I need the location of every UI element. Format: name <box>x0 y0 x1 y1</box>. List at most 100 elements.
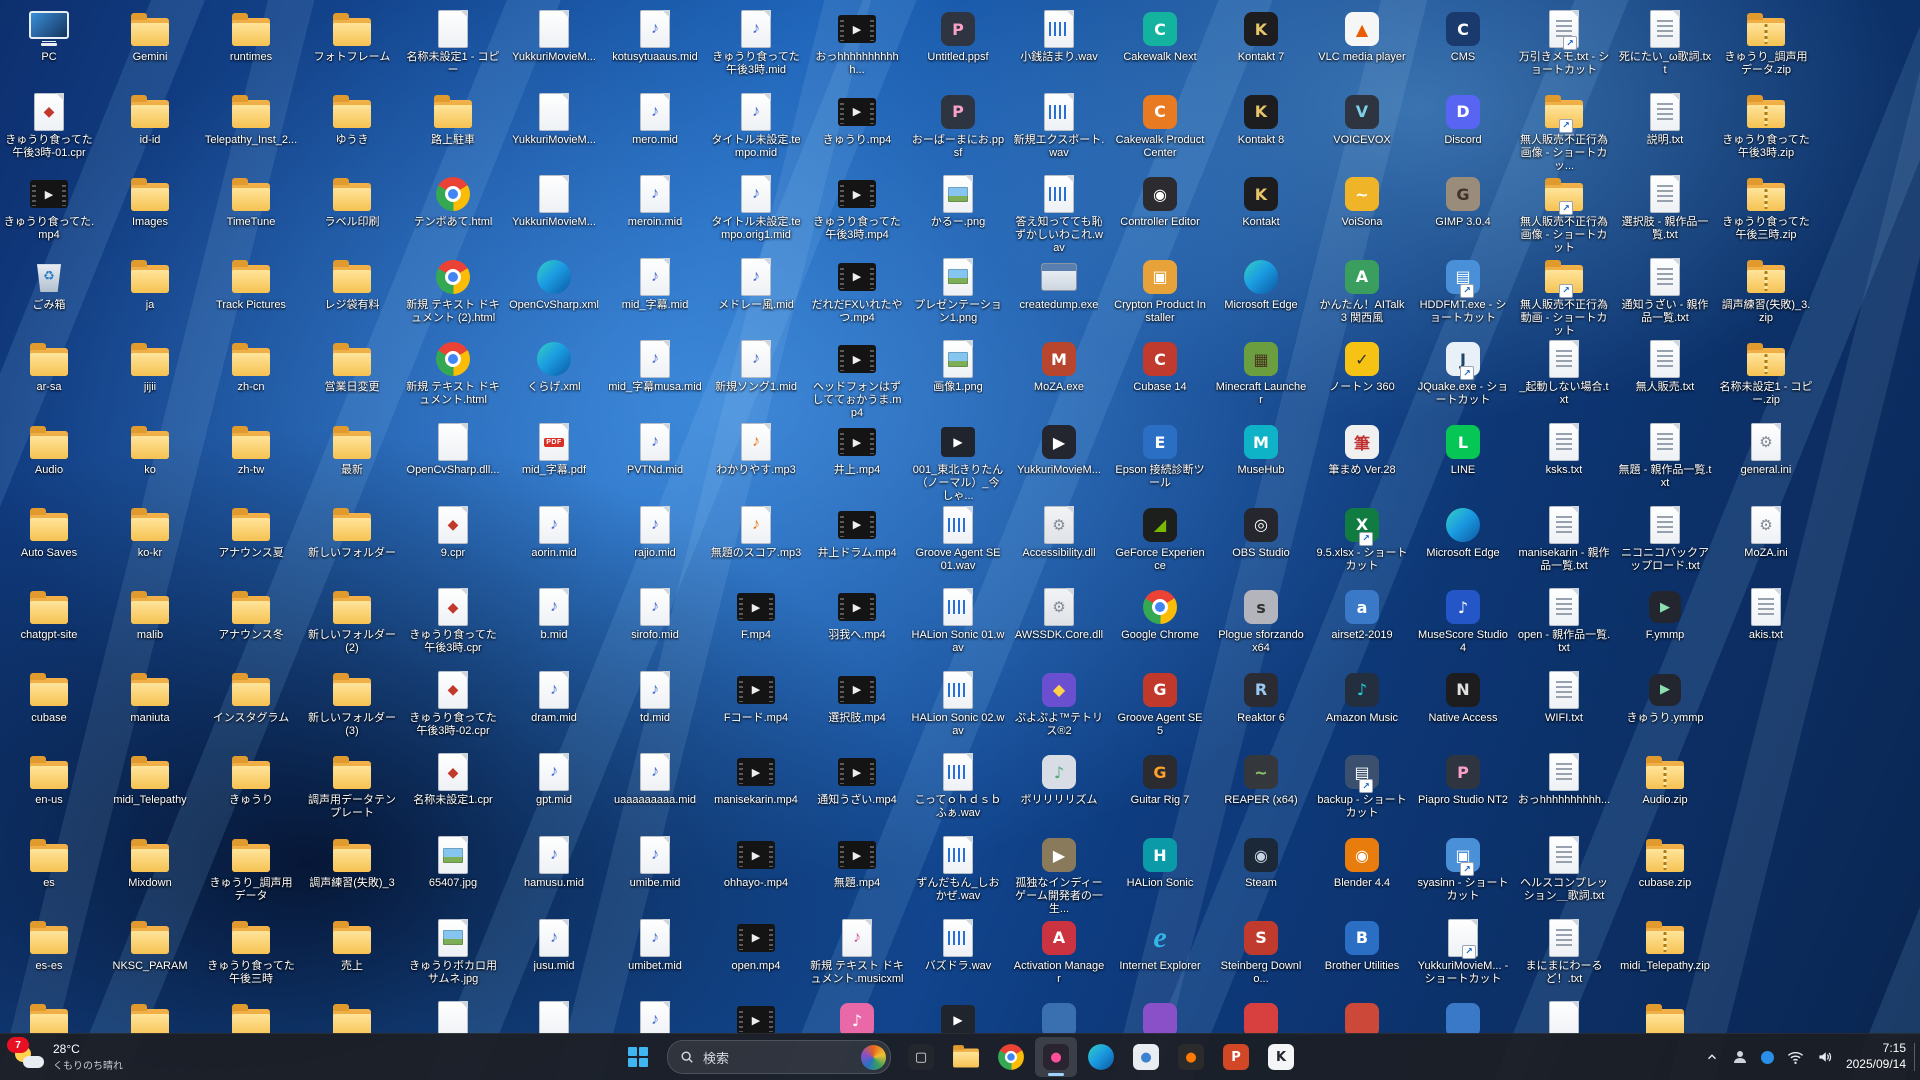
desktop-icon[interactable]: ♪ <box>607 999 703 1034</box>
desktop-icon[interactable]: PC <box>1 8 97 88</box>
desktop-icon[interactable]: ▣Crypton Product Installer <box>1112 256 1208 336</box>
desktop-icon[interactable]: runtimes <box>203 8 299 88</box>
desktop-icon[interactable]: フォトフレーム <box>304 8 400 88</box>
desktop-icon[interactable]: ▶manisekarin.mp4 <box>708 751 804 831</box>
desktop-icon[interactable]: BBrother Utilities <box>1314 917 1410 997</box>
show-desktop-button[interactable] <box>1914 1043 1920 1071</box>
desktop-icon[interactable]: きゅうり <box>203 751 299 831</box>
desktop-icon[interactable] <box>1314 999 1410 1034</box>
desktop-icon[interactable]: ▲VLC media player <box>1314 8 1410 88</box>
desktop-icon[interactable]: 新規 テキスト ドキュメント (2).html <box>405 256 501 336</box>
desktop-icon[interactable]: 筆筆まめ Ver.28 <box>1314 421 1410 501</box>
desktop-icon[interactable]: ar-sa <box>1 338 97 418</box>
desktop-icon[interactable]: ♪umibet.mid <box>607 917 703 997</box>
desktop-icon[interactable]: ♪無題のスコア.mp3 <box>708 504 804 584</box>
desktop-icon[interactable] <box>1011 999 1107 1034</box>
taskbar-app-microsoft-edge[interactable] <box>1080 1037 1122 1077</box>
desktop-icon[interactable]: ◉Blender 4.4 <box>1314 834 1410 914</box>
desktop-icon[interactable]: 営業日変更 <box>304 338 400 418</box>
desktop-icon[interactable]: ♪新規ソング1.mid <box>708 338 804 418</box>
desktop-icon[interactable]: Aかんたん！AITalk 3 関西風 <box>1314 256 1410 336</box>
desktop-icon[interactable] <box>1415 999 1511 1034</box>
desktop-icon[interactable]: ♪meroin.mid <box>607 173 703 253</box>
desktop-icon[interactable]: こってｏｈｄｓｂふぁ.wav <box>910 751 1006 831</box>
desktop-icon[interactable]: 小銭詰まり.wav <box>1011 8 1107 88</box>
desktop-icon[interactable]: maniuta <box>102 669 198 749</box>
desktop-icon[interactable]: ▶Fコード.mp4 <box>708 669 804 749</box>
desktop-icon[interactable]: malib <box>102 586 198 666</box>
desktop-icon[interactable]: MMuseHub <box>1213 421 1309 501</box>
desktop-icon[interactable]: jijii <box>102 338 198 418</box>
desktop-icon[interactable]: DDiscord <box>1415 91 1511 171</box>
desktop-icon[interactable]: KKontakt 7 <box>1213 8 1309 88</box>
desktop-icon[interactable]: きゅうり_調声用データ.zip <box>1718 8 1814 88</box>
desktop-icon[interactable]: eInternet Explorer <box>1112 917 1208 997</box>
desktop-icon[interactable]: ♪ <box>809 999 905 1034</box>
desktop-icon[interactable]: 新しいフォルダー (3) <box>304 669 400 749</box>
desktop-icon[interactable]: インスタグラム <box>203 669 299 749</box>
desktop-icon[interactable]: AActivation Manager <box>1011 917 1107 997</box>
desktop-icon[interactable]: Audio <box>1 421 97 501</box>
desktop-icon[interactable]: ◆ぷよぷよ™テトリス®2 <box>1011 669 1107 749</box>
desktop-icon[interactable]: ♪タイトル未設定.tempo.orig1.mid <box>708 173 804 253</box>
desktop-icon[interactable]: 新しいフォルダー (2) <box>304 586 400 666</box>
desktop-icon[interactable]: Track Pictures <box>203 256 299 336</box>
desktop-icon[interactable]: CCMS <box>1415 8 1511 88</box>
desktop-icon[interactable] <box>1516 999 1612 1034</box>
desktop-icon[interactable]: zh-cn <box>203 338 299 418</box>
desktop-icon[interactable]: ↗YukkuriMovieM... - ショートカット <box>1415 917 1511 997</box>
taskbar-app-voice-editor[interactable]: ● <box>1035 1037 1077 1077</box>
desktop-icon[interactable]: zh-tw <box>203 421 299 501</box>
taskbar-app-powerpoint[interactable]: P <box>1215 1037 1257 1077</box>
desktop-icon[interactable]: ⚙AWSSDK.Core.dll <box>1011 586 1107 666</box>
desktop-icon[interactable]: ⚙MoZA.ini <box>1718 504 1814 584</box>
desktop-icon[interactable]: 答え知ってても恥ずかしいわこれ.wav <box>1011 173 1107 253</box>
desktop-icon[interactable]: ♪PVTNd.mid <box>607 421 703 501</box>
desktop-icon[interactable]: ◎OBS Studio <box>1213 504 1309 584</box>
desktop-icon[interactable]: ▶YukkuriMovieM... <box>1011 421 1107 501</box>
desktop-icon[interactable]: ↗無人販売不正行為 動画 - ショートカット <box>1516 256 1612 336</box>
desktop-icon[interactable]: ▤↗HDDFMT.exe - ショートカット <box>1415 256 1511 336</box>
desktop-icon[interactable]: Auto Saves <box>1 504 97 584</box>
desktop-icon[interactable]: chatgpt-site <box>1 586 97 666</box>
desktop-icon[interactable]: CCakewalk Next <box>1112 8 1208 88</box>
desktop-icon[interactable]: 選択肢 - 親作品一覧.txt <box>1617 173 1713 253</box>
desktop-icon[interactable]: Gemini <box>102 8 198 88</box>
desktop-icon[interactable]: Audio.zip <box>1617 751 1713 831</box>
desktop-icon[interactable]: Microsoft Edge <box>1213 256 1309 336</box>
desktop-icon[interactable]: manisekarin - 親作品一覧.txt <box>1516 504 1612 584</box>
desktop-icon[interactable]: ▶きゅうり食ってた.mp4 <box>1 173 97 253</box>
desktop-icon[interactable]: ▶羽我へ.mp4 <box>809 586 905 666</box>
desktop-icon[interactable]: KKontakt 8 <box>1213 91 1309 171</box>
desktop-icon[interactable]: ▶孤独なインディーゲーム開発者の一生... <box>1011 834 1107 914</box>
volume-icon[interactable] <box>1817 1049 1833 1065</box>
desktop-icon[interactable]: id-id <box>102 91 198 171</box>
desktop-icon[interactable]: 売上 <box>304 917 400 997</box>
desktop-icon[interactable]: ⚙Accessibility.dll <box>1011 504 1107 584</box>
desktop-icon[interactable]: Images <box>102 173 198 253</box>
desktop-icon[interactable]: ♪きゅうり食ってた午後3時.mid <box>708 8 804 88</box>
desktop-icon[interactable]: midi_Telepathy.zip <box>1617 917 1713 997</box>
user-icon[interactable] <box>1732 1049 1748 1065</box>
desktop-icon[interactable]: MMoZA.exe <box>1011 338 1107 418</box>
desktop-icon[interactable]: 路上駐車 <box>405 91 501 171</box>
desktop-icon[interactable] <box>304 999 400 1034</box>
desktop-icon[interactable] <box>405 999 501 1034</box>
desktop-icon[interactable]: ◉Controller Editor <box>1112 173 1208 253</box>
search-box[interactable]: 検索 <box>667 1040 891 1074</box>
desktop-icon[interactable]: ▶だれだFXいれたやつ.mp4 <box>809 256 905 336</box>
taskbar-app-browser-orange[interactable]: ● <box>1170 1037 1212 1077</box>
desktop-icon[interactable]: YukkuriMovieM... <box>506 91 602 171</box>
desktop-icon[interactable]: ◆きゅうり食ってた午後3時-01.cpr <box>1 91 97 171</box>
desktop-icon[interactable]: きゅうり食ってた午後三時.zip <box>1718 173 1814 253</box>
desktop-icon[interactable]: きゅうり食ってた午後3時.zip <box>1718 91 1814 171</box>
desktop-icon[interactable]: ↗無人販売不正行為 画像 - ショートカット <box>1516 173 1612 253</box>
desktop-icon[interactable]: ♪dram.mid <box>506 669 602 749</box>
desktop-icon[interactable] <box>203 999 299 1034</box>
desktop-icon[interactable]: en-us <box>1 751 97 831</box>
desktop-icon[interactable]: Pおーばーまにお.ppsf <box>910 91 1006 171</box>
desktop-icon[interactable] <box>1112 999 1208 1034</box>
desktop-icon[interactable]: GGIMP 3.0.4 <box>1415 173 1511 253</box>
taskbar-app-file-explorer[interactable] <box>945 1037 987 1077</box>
desktop-icon[interactable]: 65407.jpg <box>405 834 501 914</box>
